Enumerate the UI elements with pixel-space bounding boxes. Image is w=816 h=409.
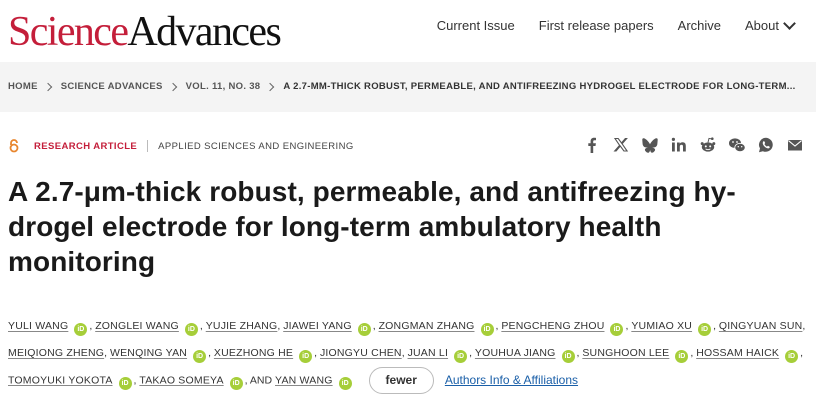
nav-about-label: About [745,18,779,33]
crumb-home[interactable]: HOME [8,81,38,92]
orcid-icon[interactable]: iD [610,323,624,336]
author-link[interactable]: JIAWEI YANG [283,320,352,332]
author-link[interactable]: YUMIAO XU [631,320,692,332]
orcid-icon[interactable]: iD [698,323,712,336]
orcid-icon[interactable]: iD [338,377,352,391]
fewer-authors-button[interactable]: fewer [368,367,434,394]
author-link[interactable]: TAKAO SOMEYA [139,374,223,386]
chevron-right-icon [43,82,52,91]
share-bar [572,136,804,154]
nav-archive[interactable]: Archive [678,18,721,33]
chevron-down-icon [783,17,796,30]
orcid-icon[interactable]: iD [480,323,494,336]
author-link[interactable]: ZONGLEI WANG [95,320,179,332]
orcid-icon[interactable]: iD [785,350,799,363]
orcid-icon[interactable]: iD [74,323,88,336]
orcid-icon[interactable]: iD [229,377,243,391]
chevron-right-icon [266,82,275,91]
orcid-icon[interactable]: iD [675,350,689,363]
author-link[interactable]: WENQING YAN [110,347,187,359]
orcid-icon[interactable]: iD [118,377,132,391]
linkedin-icon[interactable] [670,136,688,154]
wechat-icon[interactable] [728,136,746,154]
main-nav: Current Issue First release papers Archi… [437,17,816,33]
nav-about[interactable]: About [745,17,796,33]
author-link[interactable]: YULI WANG [8,320,68,332]
article-type: RESEARCH ARTICLE [34,140,138,152]
author-link[interactable]: SUNGHOON LEE [582,347,669,359]
reddit-icon[interactable] [699,136,717,154]
site-header: ScienceAdvances Current Issue First rele… [0,0,816,62]
crumb-journal[interactable]: SCIENCE ADVANCES [61,81,163,92]
orcid-icon[interactable]: iD [454,350,468,363]
author-link[interactable]: YUJIE ZHANG [206,320,278,332]
crumb-article: A 2.7-MM-THICK ROBUST, PERMEABLE, AND AN… [283,81,796,92]
author-link[interactable]: YOUHUA JIANG [475,347,556,359]
author-link[interactable]: MEIQIONG ZHENG [8,347,104,359]
authors-and: , AND [244,374,273,387]
author-link[interactable]: JIONGYU CHEN [320,347,402,359]
authors-info-link[interactable]: Authors Info & Affiliations [445,373,578,387]
orcid-icon[interactable]: iD [299,350,313,363]
author-link[interactable]: TOMOYUKI YOKOTA [8,374,113,386]
author-link[interactable]: PENGCHENG ZHOU [501,320,604,332]
author-list: YULI WANG iD, ZONGLEI WANG iD, YUJIE ZHANG… [8,313,814,394]
orcid-icon[interactable]: iD [193,350,207,363]
crumb-issue[interactable]: VOL. 11, NO. 38 [186,81,261,92]
nav-first-release[interactable]: First release papers [539,18,654,33]
bluesky-icon[interactable] [641,136,659,154]
orcid-icon[interactable]: iD [357,323,371,336]
orcid-icon[interactable]: iD [184,323,198,336]
author-link[interactable]: JUAN LI [408,347,449,359]
author-link[interactable]: YAN WANG [275,374,333,386]
science-advances-logo[interactable]: ScienceAdvances [8,8,282,56]
article-subject[interactable]: APPLIED SCIENCES AND ENGINEERING [158,141,353,152]
breadcrumb: HOME SCIENCE ADVANCES VOL. 11, NO. 38 A … [0,62,816,112]
email-icon[interactable] [786,136,804,154]
article-meta: RESEARCH ARTICLE APPLIED SCIENCES AND EN… [8,139,354,153]
author-link[interactable]: HOSSAM HAICK [696,347,779,359]
open-access-icon [9,139,19,153]
logo-part-advances: Advances [127,9,281,55]
x-icon[interactable] [612,136,630,154]
chevron-right-icon [168,82,177,91]
whatsapp-icon[interactable] [757,136,775,154]
orcid-icon[interactable]: iD [561,350,575,363]
author-link[interactable]: QINGYUAN SUN [719,320,803,332]
divider [147,140,149,152]
author-link[interactable]: ZONGMAN ZHANG [379,320,475,332]
facebook-icon[interactable] [583,136,601,154]
article-title: A 2.7-μm-thick robust, permeable, and an… [8,176,736,277]
nav-current-issue[interactable]: Current Issue [437,18,515,33]
logo-part-science: Science [8,9,129,55]
author-link[interactable]: XUEZHONG HE [214,347,293,359]
